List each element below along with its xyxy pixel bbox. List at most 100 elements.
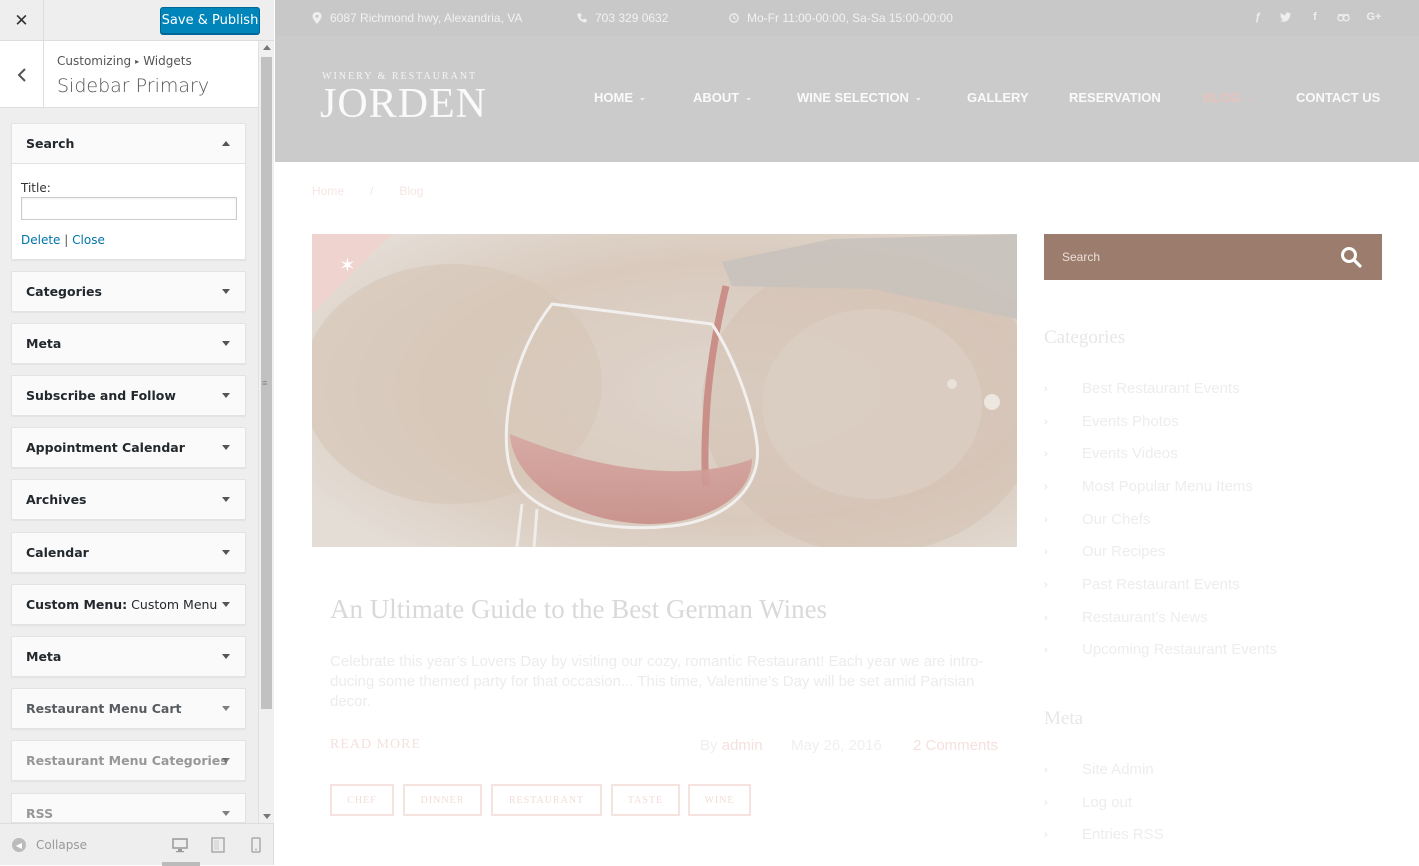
chevron-right-icon: › — [1044, 643, 1048, 656]
save-publish-button[interactable]: Save & Publish — [160, 7, 260, 34]
category-item[interactable]: › Our Chefs — [1044, 511, 1150, 528]
by-label: By — [700, 737, 718, 754]
widget-rss[interactable]: RSS — [11, 793, 246, 823]
chevron-right-icon: › — [1044, 545, 1048, 558]
category-item[interactable]: › Past Restaurant Events — [1044, 576, 1240, 593]
tag-chip[interactable]: TASTE — [611, 784, 680, 816]
nav-wine-selection[interactable]: WINE SELECTION ⌄ — [797, 90, 922, 105]
caret-down-icon[interactable] — [222, 393, 230, 398]
category-label: Past Restaurant Events — [1082, 576, 1240, 593]
nav-label: HOME — [594, 90, 633, 105]
nav-gallery[interactable]: GALLERY — [967, 90, 1029, 105]
nav-about[interactable]: ABOUT ⌄ — [693, 90, 752, 105]
nav-contact-us[interactable]: CONTACT US — [1296, 90, 1380, 105]
mobile-preview-icon[interactable] — [248, 837, 264, 853]
author-link[interactable]: admin — [722, 737, 763, 754]
comments-link[interactable]: 2 Comments — [913, 737, 998, 754]
google-plus-icon[interactable]: G+ — [1365, 11, 1383, 25]
back-button[interactable] — [0, 41, 44, 108]
post-title[interactable]: An Ultimate Guide to the Best German Win… — [330, 594, 827, 625]
category-label: Upcoming Restaurant Events — [1082, 641, 1278, 658]
widget-categories[interactable]: Categories — [11, 271, 246, 312]
category-item[interactable]: › Most Popular Menu Items — [1044, 478, 1253, 495]
widget-meta[interactable]: Meta — [11, 323, 246, 364]
meta-label: Log out — [1082, 794, 1133, 811]
caret-down-icon[interactable] — [222, 758, 230, 763]
tag-chip[interactable]: CHEF — [330, 784, 394, 816]
caret-down-icon[interactable] — [222, 706, 230, 711]
nav-reservation[interactable]: RESERVATION — [1069, 90, 1161, 105]
tripadvisor-icon[interactable] — [1336, 11, 1350, 25]
tag-chip[interactable]: DINNER — [403, 784, 482, 816]
top-info-bar: 6087 Richmond hwy, Alexandria, VA 703 32… — [275, 0, 1419, 36]
category-item[interactable]: › Events Videos — [1044, 445, 1178, 462]
caret-down-icon[interactable] — [222, 654, 230, 659]
phone-icon — [577, 13, 587, 23]
topbar-address: 6087 Richmond hwy, Alexandria, VA — [312, 11, 522, 25]
tag-chip[interactable]: RESTAURANT — [491, 784, 602, 816]
widget-calendar[interactable]: Calendar — [11, 532, 246, 573]
widget-search: Search Title: Delete | Close — [11, 123, 246, 260]
nav-blog[interactable]: BLOG ⌄ — [1203, 90, 1253, 105]
category-item[interactable]: › Restaurant’s News — [1044, 609, 1208, 626]
title-field[interactable] — [21, 197, 237, 220]
widget-archives[interactable]: Archives — [11, 479, 246, 520]
scroll-down-arrow-icon[interactable] — [263, 814, 271, 819]
breadcrumb-home-link[interactable]: Home — [312, 184, 344, 198]
meta-item[interactable]: › Entries RSS — [1044, 826, 1164, 843]
caret-down-icon[interactable] — [222, 341, 230, 346]
meta-item[interactable]: › Site Admin — [1044, 761, 1154, 778]
widget-restaurant-menu-cart[interactable]: Restaurant Menu Cart — [11, 688, 246, 729]
delete-link[interactable]: Delete — [21, 233, 60, 247]
caret-down-icon[interactable] — [222, 289, 230, 294]
widget-title: Custom Menu: Custom Menu — [26, 585, 217, 624]
desktop-preview-icon[interactable] — [172, 837, 188, 853]
caret-down-icon[interactable] — [222, 497, 230, 502]
search-input[interactable]: Search — [1044, 234, 1382, 280]
category-item[interactable]: › Our Recipes — [1044, 543, 1165, 560]
category-label: Restaurant’s News — [1082, 609, 1208, 626]
twitter-icon[interactable] — [1279, 11, 1293, 25]
resize-handle-icon[interactable]: ≡ — [262, 378, 267, 388]
widget-subscribe-follow[interactable]: Subscribe and Follow — [11, 375, 246, 416]
category-item[interactable]: › Upcoming Restaurant Events — [1044, 641, 1277, 658]
caret-up-icon[interactable] — [222, 141, 230, 146]
chevron-right-icon: › — [1044, 763, 1048, 776]
category-label: Events Photos — [1082, 413, 1179, 430]
widget-actions: Delete | Close — [21, 233, 105, 247]
search-placeholder: Search — [1062, 250, 1101, 264]
chevron-down-icon: ⌄ — [639, 93, 646, 102]
nav-label: GALLERY — [967, 90, 1029, 105]
logo[interactable]: JORDEN — [320, 80, 487, 128]
meta-item[interactable]: › Log out — [1044, 794, 1132, 811]
caret-down-icon[interactable] — [222, 550, 230, 555]
caret-down-icon[interactable] — [222, 602, 230, 607]
caret-down-icon[interactable] — [222, 445, 230, 450]
foursquare-icon[interactable]: ƒ — [1251, 11, 1265, 25]
customizer-scrollbar[interactable] — [258, 41, 274, 823]
widget-meta-2[interactable]: Meta — [11, 636, 246, 677]
category-item[interactable]: › Best Restaurant Events — [1044, 380, 1240, 397]
featured-image[interactable]: ✶ — [312, 234, 1017, 547]
chevron-down-icon: ⌄ — [1246, 93, 1254, 102]
widget-appointment-calendar[interactable]: Appointment Calendar — [11, 427, 246, 468]
widget-title: Subscribe and Follow — [26, 388, 176, 403]
nav-home[interactable]: HOME ⌄ — [594, 90, 646, 105]
tag-chip[interactable]: WINE — [688, 784, 751, 816]
chevron-right-icon: › — [1044, 578, 1048, 591]
category-item[interactable]: › Events Photos — [1044, 413, 1179, 430]
chevron-right-icon: › — [1044, 415, 1048, 428]
post-author: By admin — [700, 737, 763, 754]
close-link[interactable]: Close — [72, 233, 105, 247]
close-customizer-button[interactable]: ✕ — [0, 0, 44, 41]
category-label: Most Popular Menu Items — [1082, 478, 1253, 495]
search-icon[interactable] — [1340, 246, 1362, 268]
widget-custom-menu[interactable]: Custom Menu: Custom Menu — [11, 584, 246, 625]
tablet-preview-icon[interactable] — [210, 837, 226, 853]
collapse-button[interactable]: ◀ Collapse — [12, 838, 87, 852]
widget-restaurant-menu-categories[interactable]: Restaurant Menu Categories — [11, 740, 246, 781]
caret-down-icon[interactable] — [222, 811, 230, 816]
scroll-up-arrow-icon[interactable] — [263, 45, 271, 50]
facebook-icon[interactable]: f — [1308, 11, 1322, 25]
read-more-link[interactable]: READ MORE — [330, 737, 421, 753]
